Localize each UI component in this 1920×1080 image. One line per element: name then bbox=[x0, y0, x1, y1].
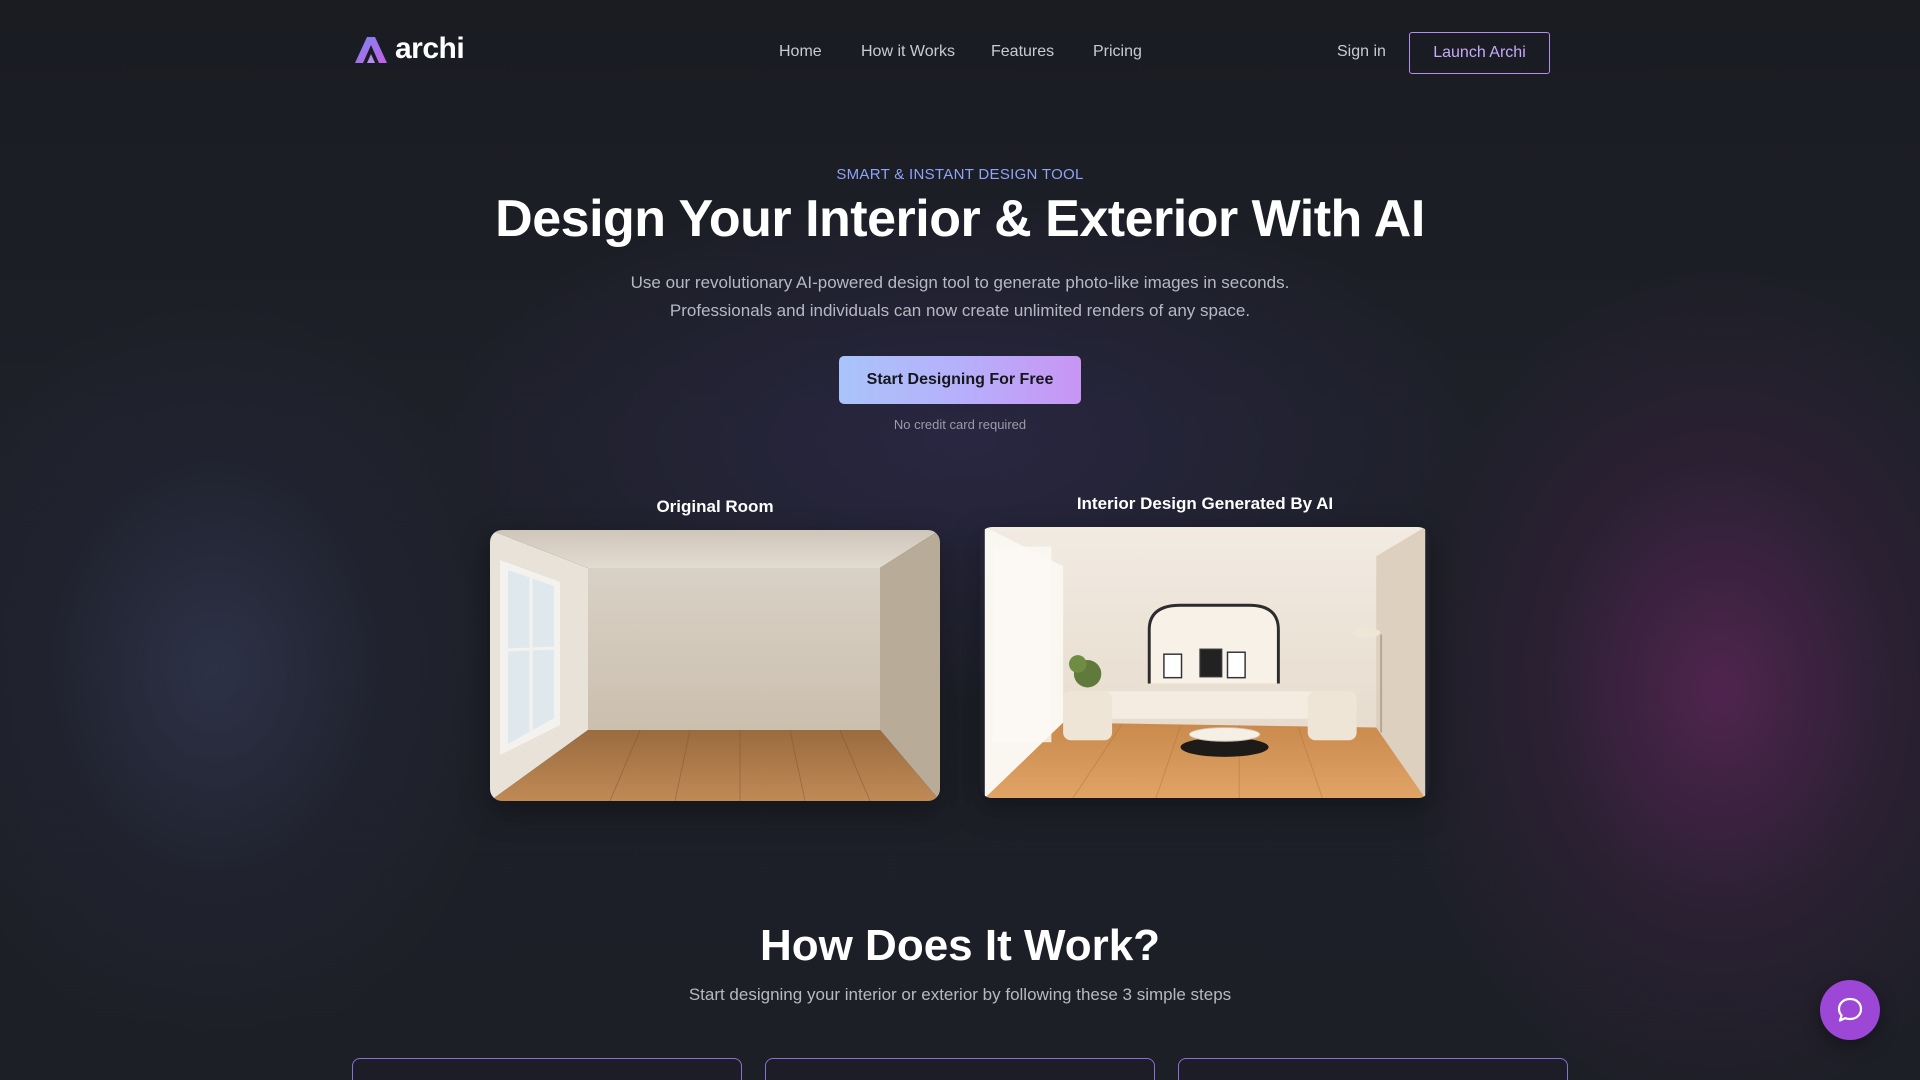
chat-bubble-icon bbox=[1837, 997, 1863, 1022]
hero-subtitle-line-2: Professionals and individuals can now cr… bbox=[669, 301, 1251, 320]
chat-button[interactable] bbox=[1820, 980, 1880, 1040]
nav-link-features[interactable]: Features bbox=[991, 42, 1054, 62]
empty-room-illustration bbox=[490, 530, 940, 801]
how-it-works-subtitle: Start designing your interior or exterio… bbox=[688, 985, 1232, 1004]
ai-design-label: Interior Design Generated By AI bbox=[1076, 494, 1334, 513]
start-designing-button[interactable]: Start Designing For Free bbox=[839, 356, 1081, 404]
nav-link-how-it-works[interactable]: How it Works bbox=[861, 42, 955, 62]
hero-eyebrow: SMART & INSTANT DESIGN TOOL bbox=[836, 166, 1084, 183]
ai-generated-room-image bbox=[980, 527, 1430, 798]
step-card-3 bbox=[1178, 1058, 1568, 1080]
step-card-2 bbox=[765, 1058, 1155, 1080]
hero-headline: Design Your Interior & Exterior With AI bbox=[495, 190, 1425, 248]
sign-in-link[interactable]: Sign in bbox=[1337, 42, 1386, 62]
original-room-image bbox=[490, 530, 940, 801]
furnished-room-illustration bbox=[984, 527, 1426, 798]
hero-subtitle-line-1: Use our revolutionary AI-powered design … bbox=[630, 273, 1290, 292]
nav-link-pricing[interactable]: Pricing bbox=[1093, 42, 1142, 62]
nav-links: Home How it Works Features Pricing bbox=[0, 42, 1920, 64]
step-card-1 bbox=[352, 1058, 742, 1080]
launch-archi-button[interactable]: Launch Archi bbox=[1409, 32, 1550, 74]
original-room-label: Original Room bbox=[656, 497, 774, 516]
nav-link-home[interactable]: Home bbox=[779, 42, 822, 62]
how-it-works-title: How Does It Work? bbox=[759, 921, 1161, 970]
top-navigation: archi Home How it Works Features Pricing… bbox=[0, 0, 1920, 106]
landing-page: archi Home How it Works Features Pricing… bbox=[0, 0, 1920, 1080]
cta-note: No credit card required bbox=[893, 417, 1027, 432]
